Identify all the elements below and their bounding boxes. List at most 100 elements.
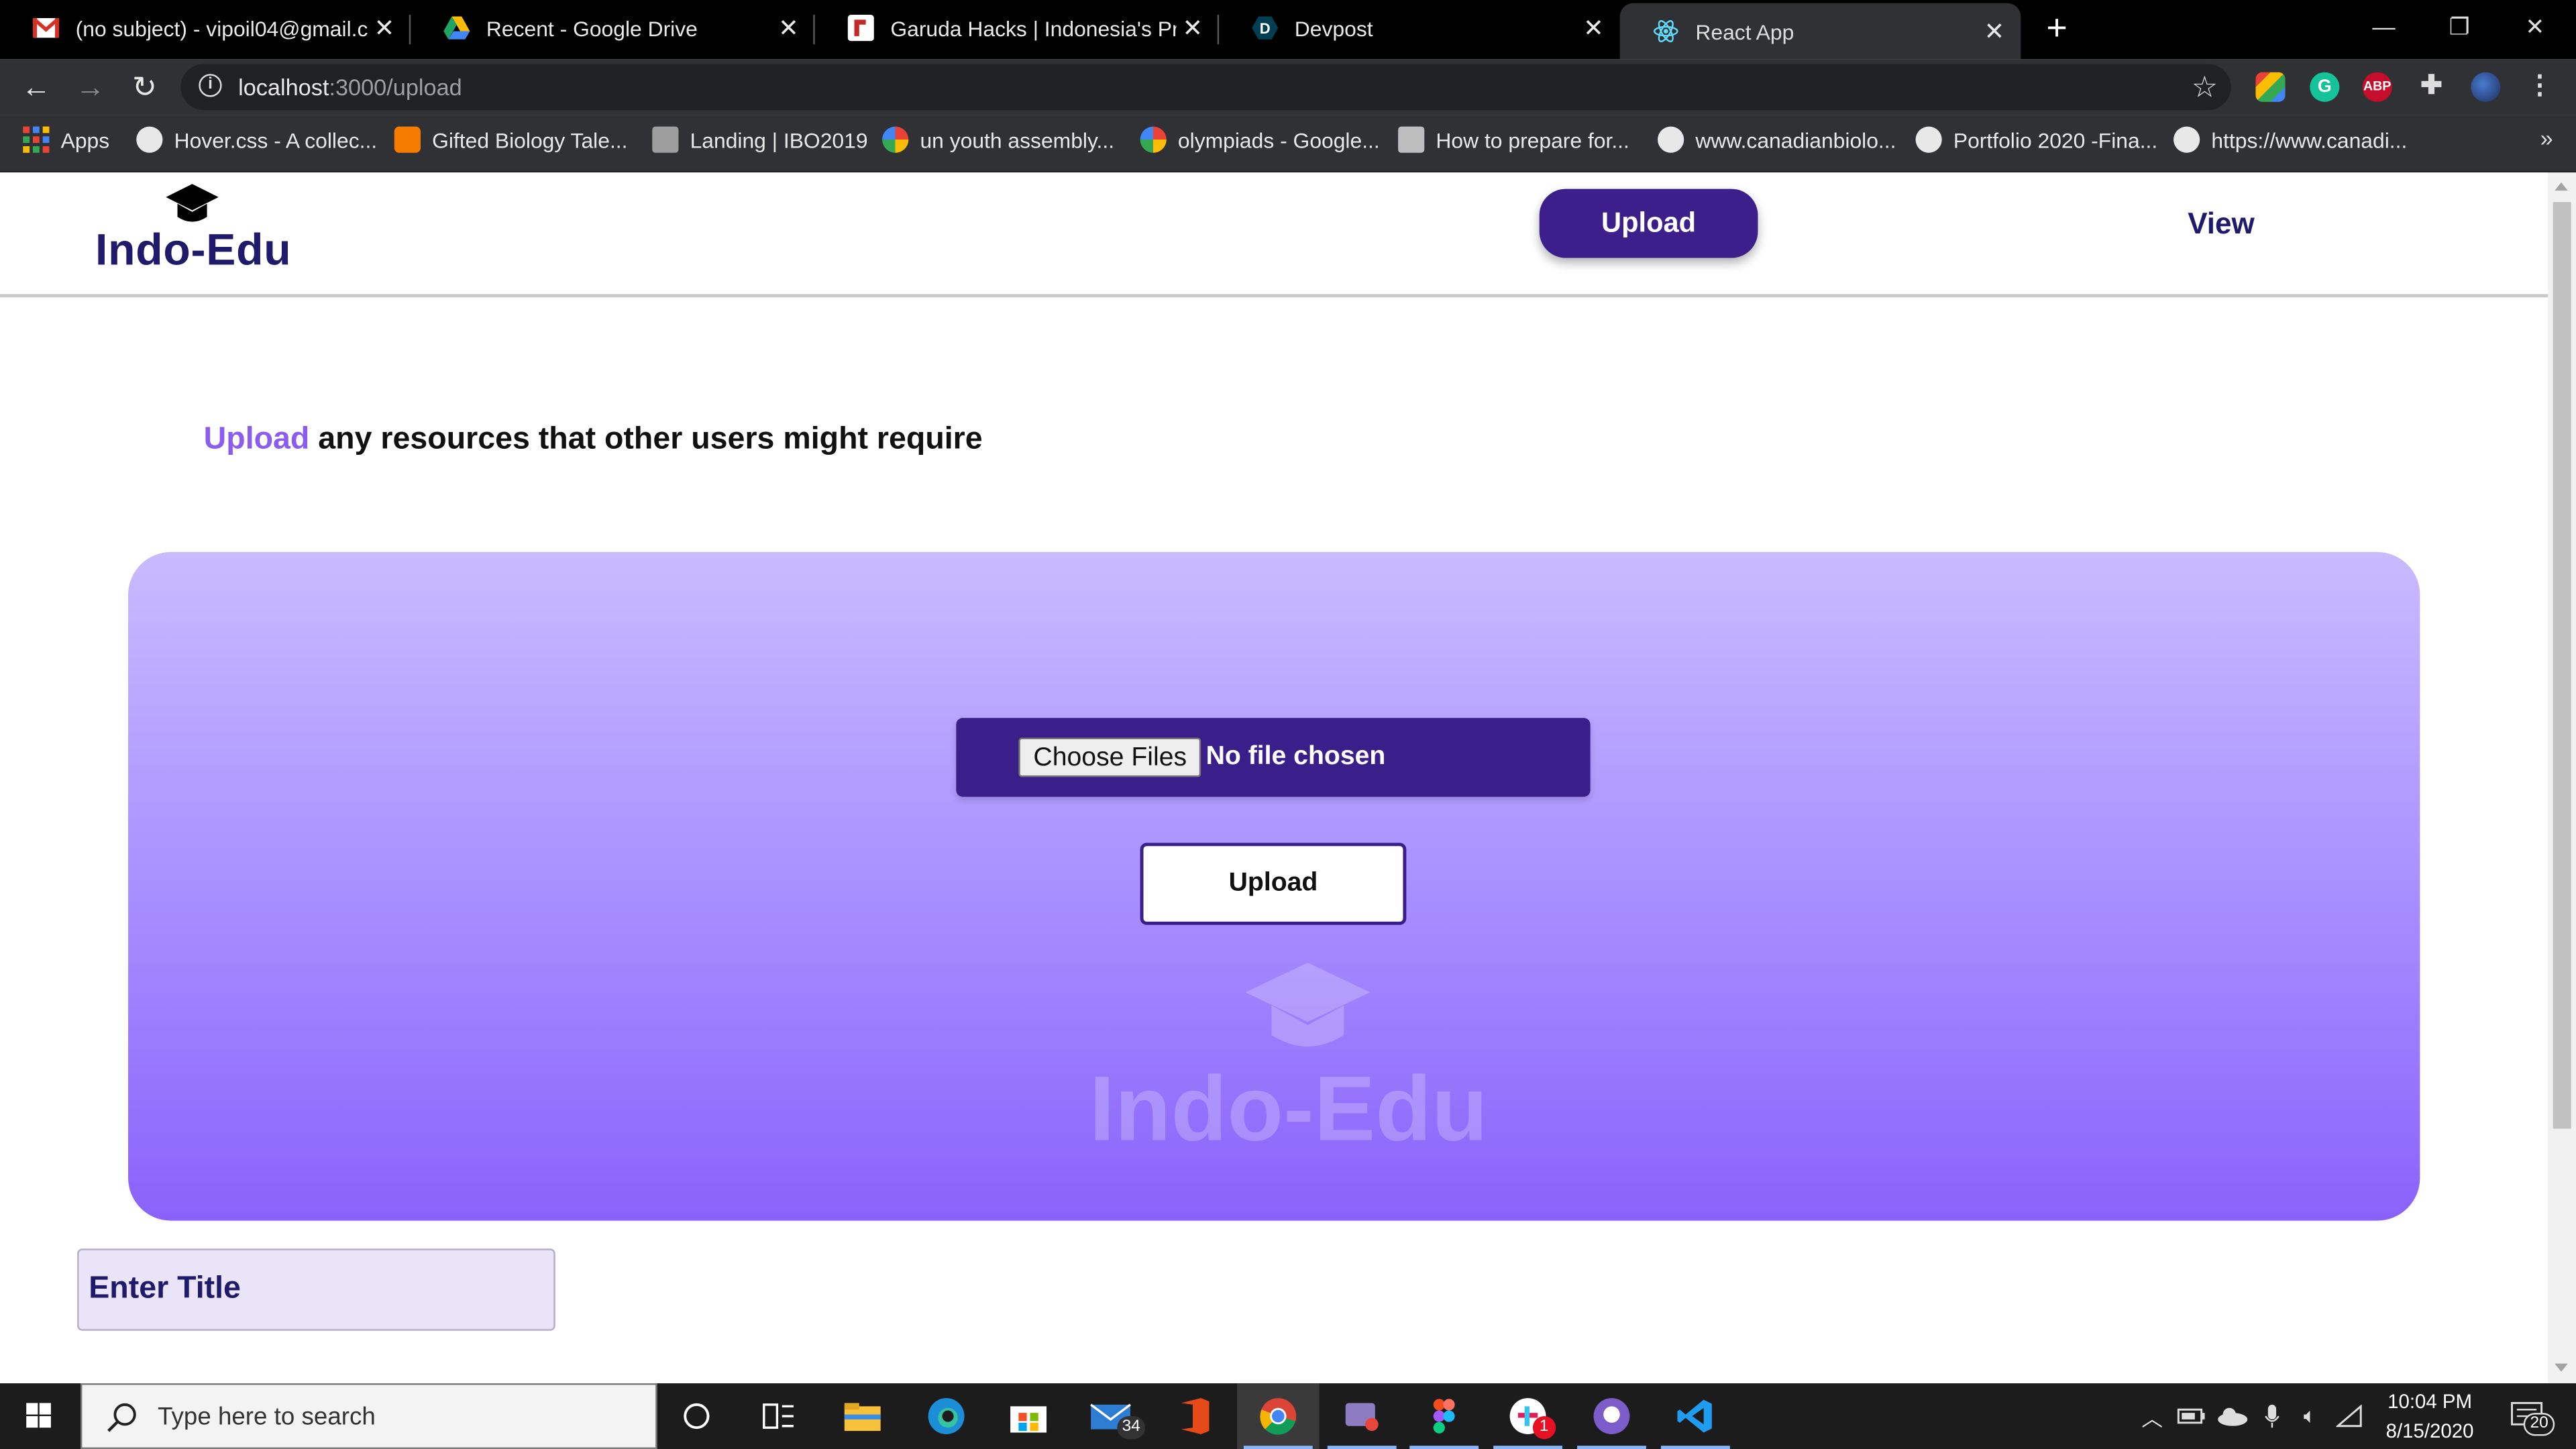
scroll-down-icon[interactable] (2555, 1363, 2568, 1372)
profile-avatar[interactable] (2471, 72, 2501, 102)
site-logo[interactable]: Indo-Edu (95, 182, 299, 278)
google-icon (1140, 126, 1167, 153)
running-indicator (1660, 1446, 1730, 1449)
bookmark-how-to-prepare[interactable]: How to prepare for... (1398, 115, 1629, 164)
close-tab-icon[interactable]: ✕ (1577, 13, 1610, 43)
taskbar-clock[interactable]: 10:04 PM 8/15/2020 (2363, 1387, 2498, 1446)
tab-title: React App (1695, 19, 1794, 44)
minimize-icon[interactable]: — (2346, 0, 2422, 52)
bookmarks-bar: Apps Hover.css - A collec... Gifted Biol… (0, 115, 2576, 173)
page-tagline: Upload any resources that other users mi… (204, 422, 983, 458)
notification-center-icon[interactable]: 20 (2500, 1383, 2556, 1449)
page-scrollbar[interactable] (2548, 172, 2576, 1384)
close-tab-icon[interactable]: ✕ (1176, 13, 1209, 43)
file-explorer-icon[interactable] (822, 1383, 904, 1449)
edge-icon[interactable] (905, 1383, 987, 1449)
vscode-icon[interactable] (1654, 1383, 1736, 1449)
tab-devpost[interactable]: D Devpost ✕ (1219, 0, 1620, 56)
tray-overflow-icon[interactable]: ︿ (2136, 1383, 2169, 1449)
google-drive-icon (443, 15, 470, 41)
extensions-puzzle-icon[interactable]: ✚ (2416, 72, 2446, 102)
close-window-icon[interactable]: ✕ (2497, 0, 2573, 52)
tab-react-app[interactable]: React App ✕ (1619, 3, 2021, 60)
page-viewport: Indo-Edu Upload View Upload any resource… (0, 172, 2548, 1384)
windows-taskbar: Type here to search 34 1 ︿ 🔈︎ 10:04 PM 8 (0, 1383, 2576, 1449)
bookmark-label: Gifted Biology Tale... (432, 127, 628, 152)
bookmark-canadianbiolo[interactable]: www.canadianbiolo... (1658, 115, 1896, 164)
scroll-thumb[interactable] (2553, 202, 2571, 1129)
tab-gmail[interactable]: (no subject) - vipoil04@gmail.com ✕ (0, 0, 411, 56)
microphone-icon[interactable] (2255, 1383, 2288, 1449)
bookmark-gifted-biology[interactable]: Gifted Biology Tale... (394, 115, 628, 164)
slack-icon[interactable]: 1 (1487, 1383, 1568, 1449)
task-view-icon[interactable] (738, 1383, 820, 1449)
more-bookmarks-icon[interactable]: » (2540, 125, 2553, 151)
site-info-icon[interactable]: i (199, 74, 222, 97)
windows-start-icon[interactable] (0, 1383, 79, 1449)
snip-tool-icon[interactable] (1321, 1383, 1403, 1449)
github-desktop-icon[interactable] (1570, 1383, 1652, 1449)
search-placeholder: Type here to search (158, 1403, 376, 1432)
menu-kebab-icon[interactable]: ⋮ (2525, 72, 2555, 102)
bookmark-label: Landing | IBO2019 (690, 127, 868, 152)
garuda-hacks-icon (847, 15, 874, 42)
globe-icon (1915, 126, 1942, 153)
bookmark-hovercss[interactable]: Hover.css - A collec... (136, 115, 377, 164)
onedrive-icon[interactable] (2213, 1383, 2253, 1449)
forward-icon[interactable]: → (70, 67, 110, 107)
bookmark-star-icon[interactable]: ☆ (2192, 67, 2218, 107)
scroll-up-icon[interactable] (2555, 182, 2568, 191)
globe-icon (136, 126, 163, 153)
clock-date: 8/15/2020 (2385, 1419, 2474, 1443)
bookmark-un-youth[interactable]: un youth assembly... (882, 115, 1114, 164)
close-tab-icon[interactable]: ✕ (1978, 16, 2011, 46)
grammarly-icon[interactable]: G (2310, 72, 2340, 102)
chrome-icon[interactable] (1237, 1383, 1320, 1449)
upload-button[interactable]: Upload (1140, 843, 1407, 925)
extension-icon[interactable] (2255, 72, 2286, 102)
notification-count: 20 (2523, 1413, 2555, 1436)
cortana-icon[interactable] (655, 1383, 737, 1449)
reload-icon[interactable]: ↻ (125, 67, 164, 107)
url-path: :3000/upload (329, 74, 462, 101)
wifi-icon[interactable] (2333, 1383, 2366, 1449)
tab-title: Garuda Hacks | Indonesia's Premier (890, 15, 1176, 41)
restore-icon[interactable]: ❐ (2422, 0, 2498, 52)
bookmark-apps[interactable]: Apps (23, 115, 109, 164)
file-input[interactable]: Choose Files No file chosen (956, 718, 1591, 797)
nav-upload-button[interactable]: Upload (1539, 189, 1758, 258)
address-url: localhost:3000/upload (238, 64, 462, 111)
bookmark-label: un youth assembly... (920, 127, 1115, 152)
bookmark-portfolio-2020[interactable]: Portfolio 2020 -Fina... (1915, 115, 2157, 164)
tab-title: Devpost (1294, 15, 1373, 41)
bookmark-olympiads[interactable]: olympiads - Google... (1140, 115, 1380, 164)
volume-icon[interactable]: 🔈︎ (2292, 1383, 2328, 1449)
ibo-icon (652, 126, 679, 153)
svg-text:D: D (1260, 20, 1271, 37)
choose-files-button[interactable]: Choose Files (1018, 737, 1202, 777)
tab-garuda-hacks[interactable]: Garuda Hacks | Indonesia's Premier ✕ (815, 0, 1220, 56)
mail-icon[interactable]: 34 (1071, 1383, 1153, 1449)
close-tab-icon[interactable]: ✕ (368, 13, 401, 43)
running-indicator (1493, 1446, 1562, 1449)
new-tab-icon[interactable]: + (2037, 7, 2077, 50)
back-icon[interactable]: ← (16, 67, 56, 107)
figma-icon[interactable] (1403, 1383, 1485, 1449)
site-header: Indo-Edu Upload View (0, 172, 2548, 298)
microsoft-store-icon[interactable] (987, 1383, 1069, 1449)
office-icon[interactable] (1153, 1383, 1235, 1449)
tab-google-drive[interactable]: Recent - Google Drive ✕ (411, 0, 815, 56)
battery-icon[interactable] (2174, 1383, 2210, 1449)
close-tab-icon[interactable]: ✕ (772, 13, 805, 43)
title-input[interactable] (77, 1248, 555, 1331)
adblock-icon[interactable]: ABP (2362, 72, 2392, 102)
taskbar-search[interactable]: Type here to search (80, 1383, 657, 1449)
apps-grid-icon (23, 126, 50, 153)
globe-icon (2174, 126, 2200, 153)
blogger-icon (394, 126, 421, 153)
bookmark-ibo2019[interactable]: Landing | IBO2019 (652, 115, 868, 164)
upload-panel: Choose Files No file chosen Upload Indo-… (128, 551, 2420, 1221)
nav-view-link[interactable]: View (2169, 189, 2274, 258)
address-bar[interactable]: i localhost:3000/upload ☆ (180, 64, 2231, 111)
bookmark-canadi[interactable]: https://www.canadi... (2174, 115, 2407, 164)
